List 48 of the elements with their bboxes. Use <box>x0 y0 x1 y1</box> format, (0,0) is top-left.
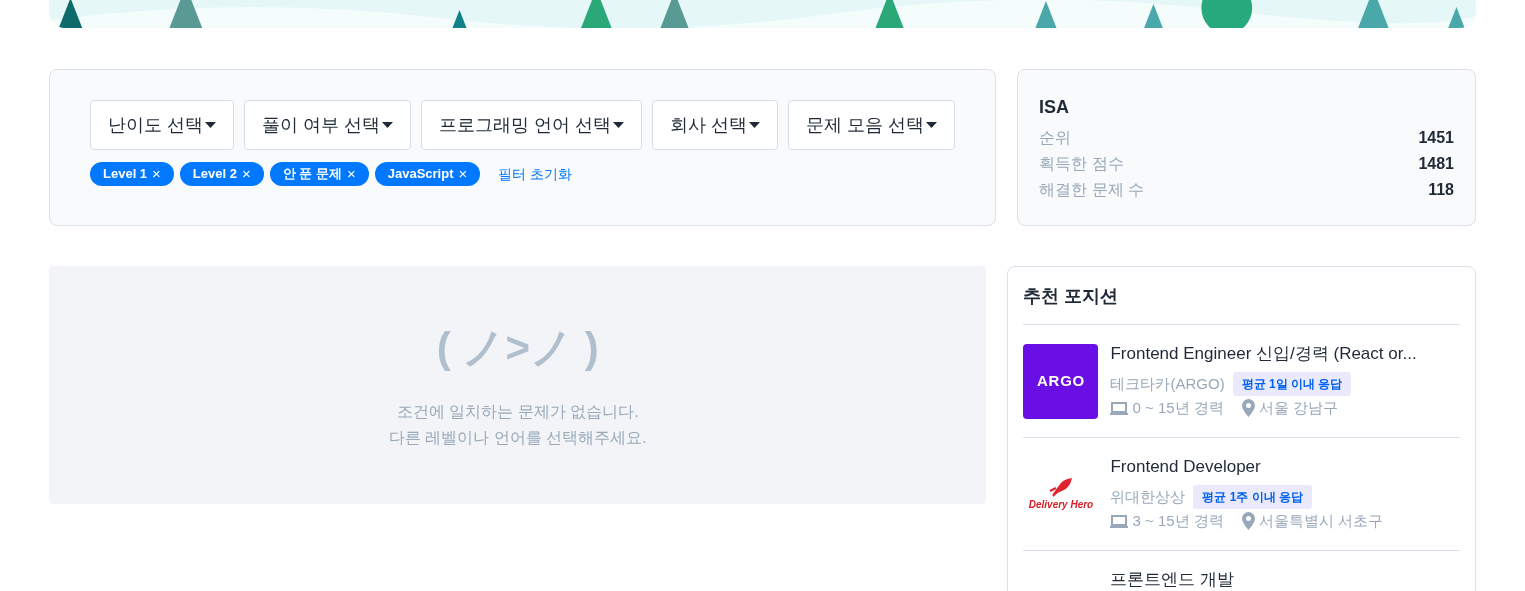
section-title: 추천 포지션 <box>1023 267 1460 325</box>
location-text: 서울특별시 서초구 <box>1258 511 1383 531</box>
remove-chip-button[interactable]: × <box>152 162 161 186</box>
laptop-icon <box>1110 514 1129 528</box>
position-title[interactable]: 프론트엔드 개발 <box>1110 570 1235 590</box>
caret-icon <box>613 122 625 128</box>
filter-dropdown[interactable]: 난이도 선택 <box>90 100 234 150</box>
company-name: 위대한상상 <box>1110 486 1186 507</box>
position-title[interactable]: Frontend Developer <box>1110 457 1383 477</box>
filter-dropdown[interactable]: 프로그래밍 언어 선택 <box>421 100 643 150</box>
caret-icon <box>205 122 216 128</box>
filter-dropdown[interactable]: 풀이 여부 선택 <box>244 100 412 150</box>
rocket-icon <box>1048 477 1074 497</box>
company-logo: Delivery Hero <box>1028 498 1094 512</box>
empty-message: 조건에 일치하는 문제가 없습니다. <box>396 402 639 422</box>
stat-label: 해결한 문제 수 <box>1039 180 1144 200</box>
stat-label: 순위 <box>1039 128 1072 148</box>
response-badge: 평균 1일 이내 응답 <box>1232 372 1352 396</box>
location-text: 서울 강남구 <box>1258 398 1338 418</box>
stat-value: 1451 <box>1418 128 1454 148</box>
caret-icon <box>749 122 761 128</box>
user-name: ISA <box>1039 96 1071 119</box>
company-logo: ARGO <box>1023 344 1099 419</box>
position-title[interactable]: Frontend Engineer 신입/경력 (React or... <box>1110 344 1417 364</box>
company-name: 테크타카(ARGO) <box>1110 373 1225 394</box>
chip-label: Level 1 <box>103 165 148 184</box>
stat-label: 획득한 점수 <box>1039 154 1124 174</box>
stat-value: 1481 <box>1418 154 1454 174</box>
remove-chip-button[interactable]: × <box>458 162 468 186</box>
remove-chip-button[interactable]: × <box>346 162 356 186</box>
chip-label: JavaScript <box>387 165 454 184</box>
emoticon: ( ノ>ノ ) <box>436 323 599 373</box>
reset-filter-link[interactable]: 필터 초기화 <box>498 163 573 185</box>
caret-icon <box>926 122 938 128</box>
experience-text: 3 ~ 15년 경력 <box>1132 511 1224 531</box>
stat-value: 118 <box>1428 180 1454 200</box>
response-badge: 평균 1주 이내 응답 <box>1193 485 1313 509</box>
empty-message: 다른 레벨이나 언어를 선택해주세요. <box>388 428 647 448</box>
caret-icon <box>382 122 394 128</box>
location-pin-icon <box>1241 512 1255 530</box>
location-pin-icon <box>1241 399 1255 417</box>
remove-chip-button[interactable]: × <box>241 162 251 186</box>
chip-label: Level 2 <box>192 165 237 184</box>
laptop-icon <box>1110 401 1129 415</box>
filter-dropdown[interactable]: 회사 선택 <box>652 100 779 150</box>
experience-text: 0 ~ 15년 경력 <box>1132 398 1224 418</box>
filter-dropdown[interactable]: 문제 모음 선택 <box>788 100 956 150</box>
chip-label: 안 푼 문제 <box>282 165 342 184</box>
